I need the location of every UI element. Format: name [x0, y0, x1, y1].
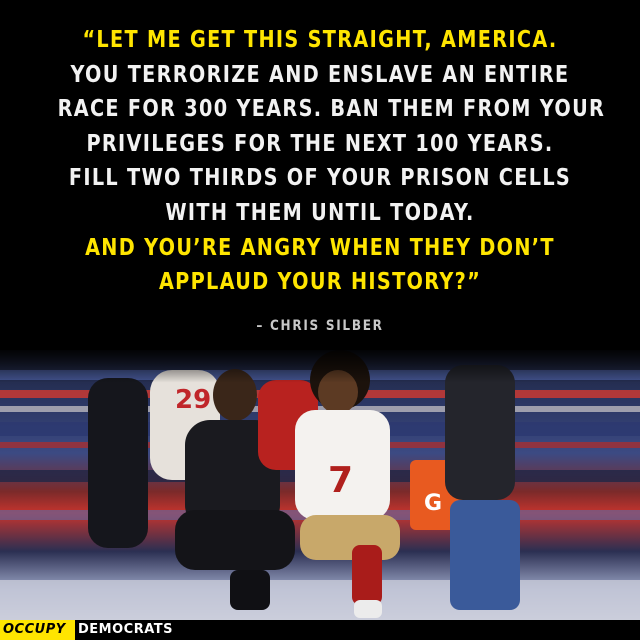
footer-bar: OCCUPY DEMOCRATS — [0, 620, 640, 640]
democrats-logo: DEMOCRATS — [78, 622, 173, 637]
quote-line: APPLAUD YOUR HISTORY?” — [158, 267, 482, 296]
quote-line: PRIVILEGES FOR THE NEXT 100 YEARS. — [86, 128, 554, 157]
quote-line: FILL TWO THIRDS OF YOUR PRISON CELLS — [68, 163, 572, 192]
quote-block: “LET ME GET THIS STRAIGHT, AMERICA. YOU … — [0, 22, 640, 299]
photo-illustration: 29 7 G — [0, 350, 640, 622]
quote-line: RACE FOR 300 YEARS. BAN THEM FROM YOUR — [57, 94, 606, 123]
quote-line: YOU TERRORIZE AND ENSLAVE AN ENTIRE — [70, 59, 570, 88]
quote-attribution: – CHRIS SILBER — [256, 318, 384, 334]
quote-line: AND YOU’RE ANGRY WHEN THEY DON’T — [85, 232, 555, 261]
kneeling-players-photo: 29 7 G — [0, 350, 640, 622]
quote-line: WITH THEM UNTIL TODAY. — [165, 197, 475, 226]
quote-line: “LET ME GET THIS STRAIGHT, AMERICA. — [82, 25, 558, 53]
meme-card: “LET ME GET THIS STRAIGHT, AMERICA. YOU … — [0, 0, 640, 640]
occupy-logo: OCCUPY — [0, 620, 75, 640]
